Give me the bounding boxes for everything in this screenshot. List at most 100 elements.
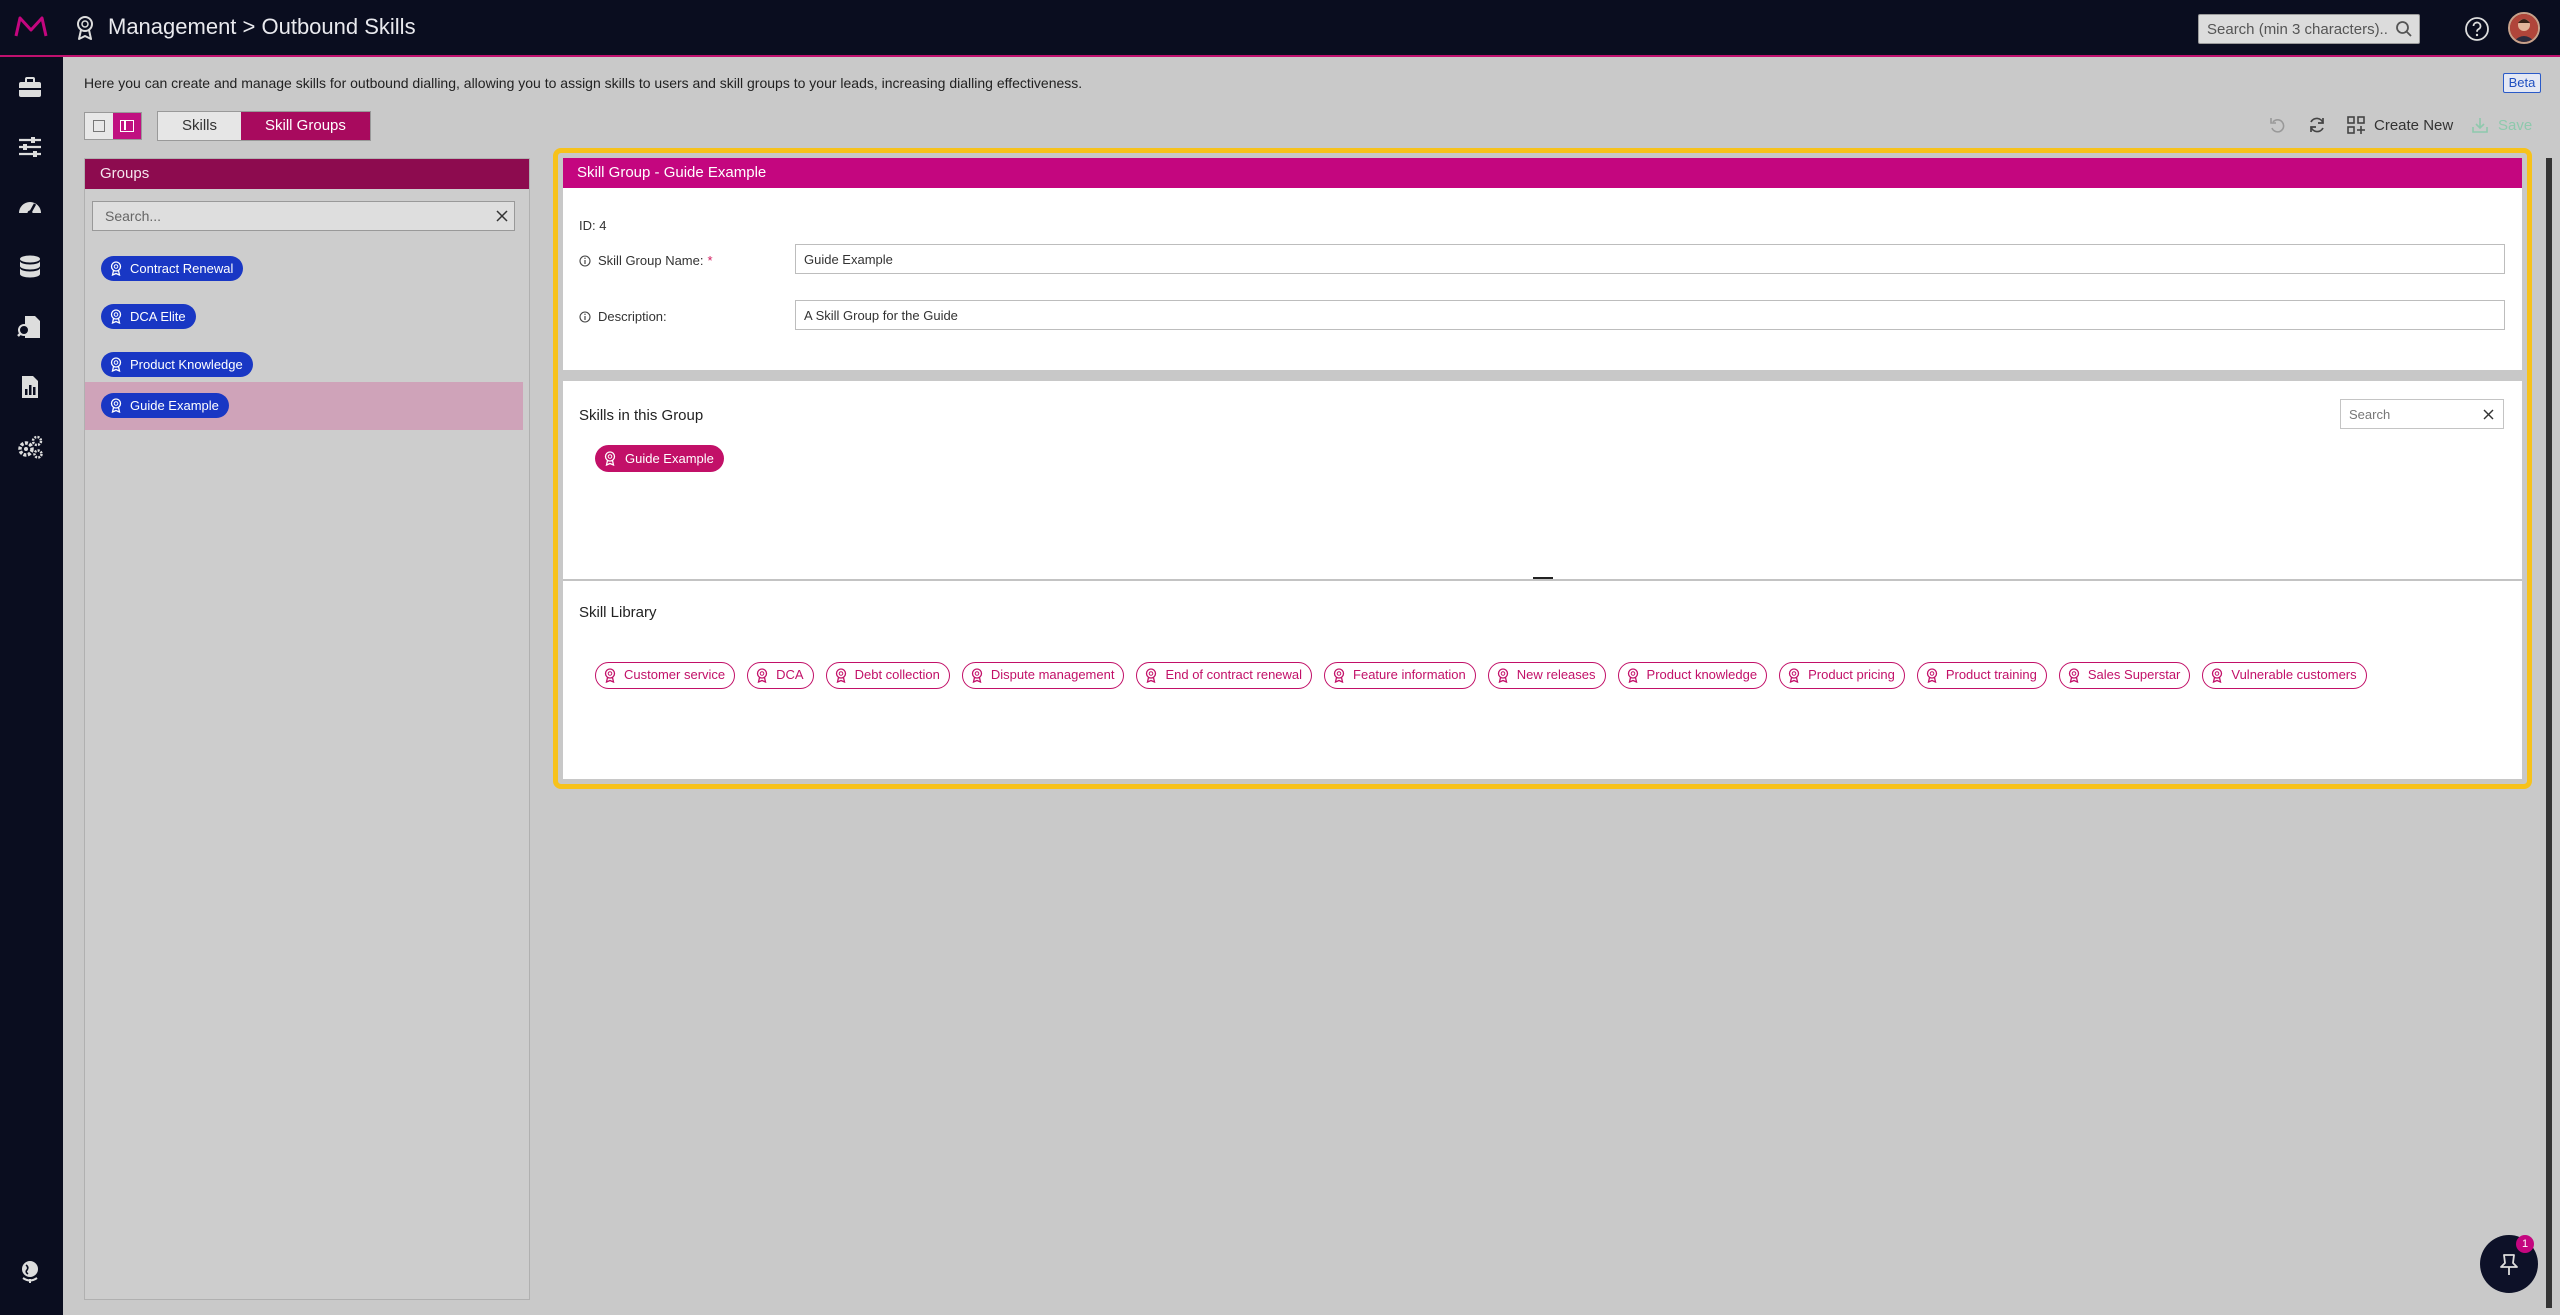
- save-button[interactable]: Save: [2470, 114, 2532, 136]
- library-skill-chip[interactable]: Customer service: [595, 662, 736, 689]
- library-skill-label: Customer service: [624, 667, 726, 682]
- award-icon: [1146, 668, 1157, 683]
- group-row-product-knowledge[interactable]: Product Knowledge: [85, 340, 523, 388]
- skills-search-input[interactable]: [2340, 399, 2504, 429]
- global-search-input[interactable]: [2198, 14, 2420, 44]
- award-icon: [110, 357, 122, 372]
- top-bar: Management > Outbound Skills: [0, 0, 2560, 57]
- avatar-image: [2510, 14, 2538, 42]
- award-icon: [2212, 668, 2223, 683]
- group-row-contract-renewal[interactable]: Contract Renewal: [85, 244, 523, 292]
- group-chip[interactable]: DCA Elite: [101, 304, 196, 329]
- group-chip-label: DCA Elite: [130, 309, 186, 324]
- page-title: Management > Outbound Skills: [108, 14, 416, 39]
- report-chart-icon[interactable]: [16, 373, 44, 401]
- description-label-text: Description:: [598, 309, 667, 324]
- database-icon[interactable]: [16, 253, 44, 281]
- help-icon[interactable]: [2464, 16, 2490, 42]
- single-view-button[interactable]: [85, 113, 113, 139]
- groups-panel: Groups Contract Renewal DCA Elite Produc…: [84, 158, 530, 1300]
- resize-divider: [563, 579, 2522, 581]
- app-logo-icon[interactable]: [14, 14, 48, 40]
- file-search-icon[interactable]: [16, 313, 44, 341]
- add-grid-icon: [2347, 116, 2365, 134]
- award-icon: [1926, 668, 1937, 683]
- sliders-icon[interactable]: [16, 133, 44, 161]
- library-skill-chip[interactable]: Feature information: [1324, 662, 1476, 689]
- award-icon: [110, 309, 122, 324]
- skill-library-title: Skill Library: [579, 604, 657, 621]
- library-skill-chip[interactable]: Sales Superstar: [2058, 662, 2191, 689]
- download-save-icon: [2472, 118, 2488, 133]
- skills-in-group-title: Skills in this Group: [579, 407, 704, 424]
- gears-icon[interactable]: [16, 433, 44, 461]
- refresh-button[interactable]: [2307, 114, 2327, 136]
- library-skill-chip[interactable]: Dispute management: [961, 662, 1125, 689]
- assigned-skill-chip[interactable]: Guide Example: [595, 445, 724, 472]
- library-skill-chip[interactable]: Product pricing: [1779, 662, 1905, 689]
- award-icon: [1627, 668, 1638, 683]
- search-icon[interactable]: [2395, 20, 2413, 38]
- scrollbar[interactable]: [2546, 158, 2552, 1308]
- beta-badge: Beta: [2503, 73, 2541, 93]
- library-skill-label: Vulnerable customers: [2231, 667, 2357, 682]
- group-row-guide-example[interactable]: Guide Example: [85, 382, 523, 430]
- resize-handle[interactable]: [1533, 577, 1553, 579]
- award-icon: [756, 668, 768, 683]
- groups-header: Groups: [85, 159, 529, 189]
- library-skill-chip[interactable]: End of contract renewal: [1136, 662, 1313, 689]
- skill-group-detail-panel: Skill Group - Guide Example ID: 4 Skill …: [553, 148, 2532, 789]
- undo-button[interactable]: [2268, 114, 2288, 136]
- library-skill-chip[interactable]: Product knowledge: [1617, 662, 1768, 689]
- page-description: Here you can create and manage skills fo…: [84, 75, 1083, 91]
- globe-icon[interactable]: [16, 1257, 44, 1285]
- skill-group-form: ID: 4 Skill Group Name:* Description:: [563, 188, 2522, 370]
- award-icon: [835, 668, 846, 683]
- description-input[interactable]: [795, 300, 2505, 330]
- section-resize-bar[interactable]: [563, 574, 2522, 586]
- award-icon: [77, 16, 93, 40]
- award-icon: [604, 451, 616, 466]
- group-chip[interactable]: Guide Example: [101, 393, 229, 418]
- library-skill-chip[interactable]: DCA: [747, 662, 814, 689]
- split-view-button[interactable]: [113, 113, 141, 139]
- description-field-label: Description:: [579, 309, 667, 324]
- create-new-button[interactable]: Create New: [2346, 114, 2453, 136]
- sidebar: [0, 57, 63, 1315]
- award-icon: [110, 261, 122, 276]
- id-label: ID: 4: [579, 218, 607, 233]
- award-icon: [604, 668, 616, 683]
- tab-bar: Skills Skill Groups: [157, 111, 371, 141]
- info-icon[interactable]: [579, 254, 591, 267]
- group-chip[interactable]: Contract Renewal: [101, 256, 244, 281]
- close-icon[interactable]: [496, 210, 508, 222]
- save-label: Save: [2498, 116, 2533, 134]
- library-skill-chip[interactable]: Debt collection: [825, 662, 950, 689]
- group-chip-label: Guide Example: [130, 398, 219, 413]
- tab-skills[interactable]: Skills: [158, 112, 242, 140]
- square-icon: [93, 120, 105, 132]
- library-skill-label: Dispute management: [990, 667, 1115, 682]
- library-skill-chip[interactable]: Product training: [1916, 662, 2047, 689]
- info-icon[interactable]: [579, 310, 591, 323]
- name-field-label: Skill Group Name: *: [579, 253, 713, 268]
- close-icon[interactable]: [2483, 409, 2494, 420]
- group-chip[interactable]: Product Knowledge: [101, 352, 253, 377]
- assigned-skill-label: Guide Example: [625, 451, 714, 466]
- groups-search-input[interactable]: [92, 201, 515, 231]
- briefcase-icon[interactable]: [16, 73, 44, 101]
- skill-group-name-input[interactable]: [795, 244, 2505, 274]
- group-row-dca-elite[interactable]: DCA Elite: [85, 292, 523, 340]
- library-skill-label: Product pricing: [1808, 667, 1895, 682]
- group-chip-label: Contract Renewal: [130, 261, 234, 276]
- tab-skill-groups[interactable]: Skill Groups: [241, 112, 370, 140]
- library-skill-label: Product knowledge: [1646, 667, 1758, 682]
- user-avatar[interactable]: [2508, 12, 2540, 44]
- skills-in-group-section: Skills in this Group Guide Example: [563, 381, 2522, 574]
- dashboard-gauge-icon[interactable]: [16, 193, 44, 221]
- library-skill-chip[interactable]: Vulnerable customers: [2202, 662, 2367, 689]
- create-new-label: Create New: [2374, 116, 2454, 134]
- library-skill-chip[interactable]: New releases: [1487, 662, 1606, 689]
- award-icon: [2068, 668, 2080, 683]
- refresh-icon: [2310, 117, 2324, 133]
